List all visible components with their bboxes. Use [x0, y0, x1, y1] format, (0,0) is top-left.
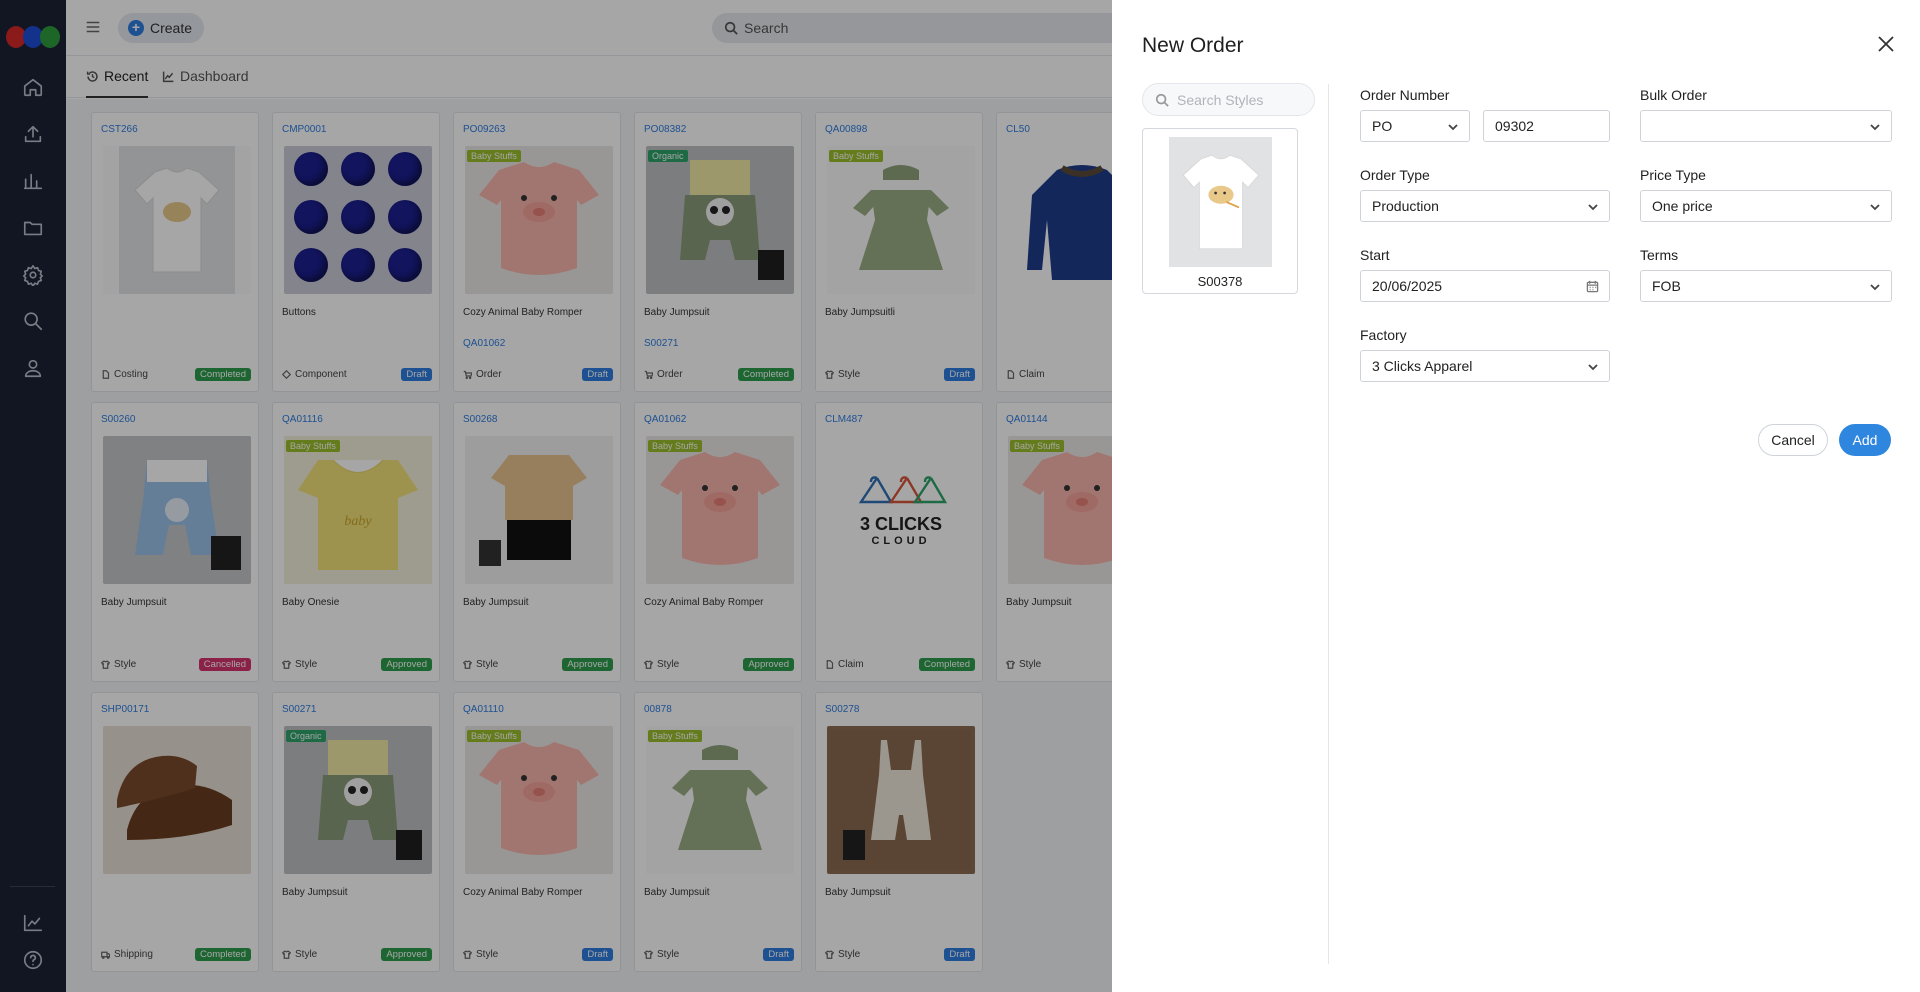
- price-type-select[interactable]: One price: [1640, 190, 1892, 222]
- chevron-down-icon: [1587, 360, 1599, 372]
- terms-value: FOB: [1652, 278, 1681, 294]
- cancel-button[interactable]: Cancel: [1758, 424, 1828, 456]
- style-search-input[interactable]: [1177, 91, 1307, 108]
- close-icon[interactable]: [1876, 34, 1898, 56]
- start-date-value: 20/06/2025: [1372, 278, 1443, 294]
- chevron-down-icon: [1869, 120, 1881, 132]
- chevron-down-icon: [1869, 280, 1881, 292]
- chevron-down-icon: [1447, 120, 1459, 132]
- style-search-field[interactable]: [1142, 83, 1315, 116]
- drawer-divider: [1328, 84, 1329, 964]
- selected-style-card[interactable]: S00378: [1142, 128, 1298, 294]
- terms-select[interactable]: FOB: [1640, 270, 1892, 302]
- order-number-label: Order Number: [1360, 87, 1450, 103]
- drawer-title: New Order: [1142, 34, 1244, 57]
- bulk-order-select[interactable]: [1640, 110, 1892, 142]
- order-number-input[interactable]: 09302: [1483, 110, 1610, 142]
- chevron-down-icon: [1869, 200, 1881, 212]
- factory-value: 3 Clicks Apparel: [1372, 358, 1473, 374]
- order-prefix-value: PO: [1372, 118, 1393, 134]
- price-type-value: One price: [1652, 198, 1713, 214]
- start-label: Start: [1360, 247, 1390, 263]
- add-button[interactable]: Add: [1839, 424, 1891, 456]
- order-type-value: Production: [1372, 198, 1439, 214]
- factory-label: Factory: [1360, 327, 1407, 343]
- price-type-label: Price Type: [1640, 167, 1706, 183]
- style-code: S00378: [1197, 274, 1243, 289]
- calendar-icon[interactable]: [1586, 280, 1599, 293]
- bulk-order-label: Bulk Order: [1640, 87, 1707, 103]
- order-type-label: Order Type: [1360, 167, 1430, 183]
- order-number-value: 09302: [1495, 118, 1534, 134]
- start-date-input[interactable]: 20/06/2025: [1360, 270, 1610, 302]
- order-prefix-select[interactable]: PO: [1360, 110, 1470, 142]
- factory-select[interactable]: 3 Clicks Apparel: [1360, 350, 1610, 382]
- new-order-drawer: New Order S00378 Order Number PO 09302 B…: [1112, 0, 1920, 992]
- style-image: [1169, 137, 1272, 267]
- terms-label: Terms: [1640, 247, 1679, 263]
- search-icon: [1155, 93, 1169, 107]
- chevron-down-icon: [1587, 200, 1599, 212]
- order-type-select[interactable]: Production: [1360, 190, 1610, 222]
